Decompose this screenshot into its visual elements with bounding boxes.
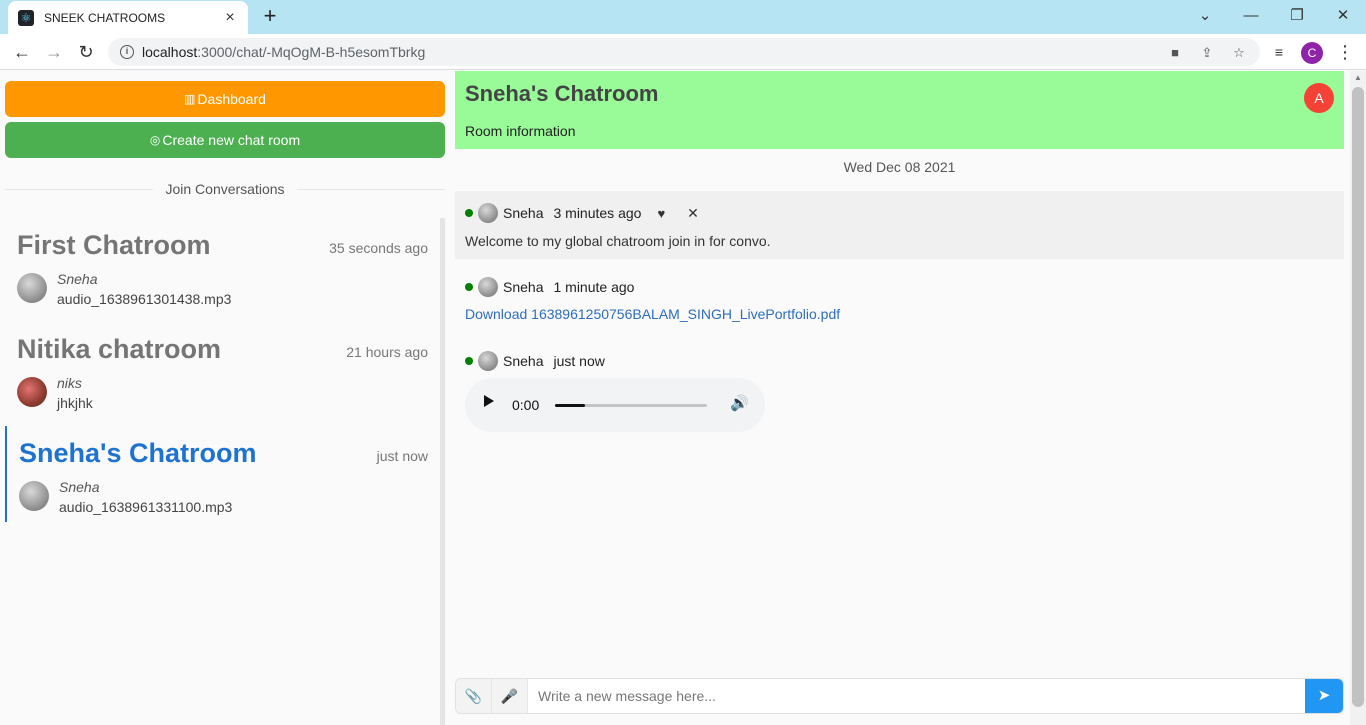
message: Sneha 3 minutes ago ♥ ✕ Welcome to my gl… bbox=[455, 191, 1344, 259]
audio-player: 0:00 🔊 bbox=[465, 378, 765, 432]
room-time: 21 hours ago bbox=[346, 344, 428, 360]
message: Sneha just now 0:00 🔊 bbox=[455, 341, 1344, 441]
room-last-message: audio_1638961331100.mp3 bbox=[59, 499, 233, 515]
message-author[interactable]: Sneha bbox=[503, 205, 543, 221]
url-host: localhost bbox=[142, 44, 198, 60]
create-room-icon: ◎ bbox=[149, 133, 161, 147]
audio-time: 0:00 bbox=[512, 397, 540, 413]
divider-line bbox=[296, 188, 445, 190]
browser-toolbar: ← → ↻ i localhost:3000/chat/-MqOgM-B-h5e… bbox=[0, 34, 1366, 70]
dashboard-button[interactable]: ▥ Dashboard bbox=[5, 81, 445, 117]
room-last-message: jhkjhk bbox=[57, 395, 93, 411]
avatar[interactable] bbox=[478, 277, 498, 297]
create-room-button[interactable]: ◎ Create new chat room bbox=[5, 122, 445, 158]
audio-seek-bar[interactable] bbox=[555, 404, 707, 407]
room-time: just now bbox=[376, 448, 428, 464]
dashboard-icon: ▥ bbox=[184, 92, 196, 106]
divider-line bbox=[5, 188, 154, 190]
volume-icon[interactable]: 🔊 bbox=[730, 394, 749, 412]
audio-seek-progress bbox=[555, 404, 586, 407]
message-header: Sneha 3 minutes ago ♥ ✕ bbox=[465, 203, 699, 223]
message-header: Sneha just now bbox=[465, 351, 621, 371]
avatar[interactable] bbox=[478, 203, 498, 223]
room-time: 35 seconds ago bbox=[329, 240, 428, 256]
room-item[interactable]: Nitika chatroom 21 hours ago niks jhkjhk bbox=[5, 322, 440, 418]
share-icon[interactable]: ⇪ bbox=[1198, 44, 1216, 62]
page-scrollbar-thumb[interactable] bbox=[1352, 87, 1364, 707]
room-title: First Chatroom bbox=[17, 230, 211, 260]
new-tab-icon[interactable]: + bbox=[258, 4, 282, 28]
heart-icon[interactable]: ♥ bbox=[657, 206, 665, 221]
message-time: just now bbox=[553, 353, 605, 369]
avatar bbox=[17, 273, 47, 303]
file-download-link[interactable]: Download 1638961250756BALAM_SINGH_LivePo… bbox=[465, 306, 840, 322]
url-path: :3000/chat/-MqOgM-B-h5esomTbrkg bbox=[197, 44, 426, 60]
attachment-icon[interactable]: 📎 bbox=[456, 679, 492, 713]
media-queue-icon[interactable]: ≡ bbox=[1267, 40, 1291, 64]
avatar[interactable] bbox=[478, 351, 498, 371]
profile-avatar[interactable]: C bbox=[1301, 42, 1323, 64]
camera-icon[interactable]: ■ bbox=[1166, 44, 1184, 62]
divider-label: Join Conversations bbox=[165, 181, 285, 197]
close-tab-icon[interactable]: × bbox=[222, 9, 238, 27]
play-icon[interactable] bbox=[484, 395, 494, 407]
browser-tab[interactable]: ⚛ SNEEK CHATROOMS × bbox=[8, 1, 248, 34]
address-bar[interactable]: i localhost:3000/chat/-MqOgM-B-h5esomTbr… bbox=[108, 38, 1260, 66]
message-time: 3 minutes ago bbox=[553, 205, 642, 221]
close-window-icon[interactable]: ✕ bbox=[1331, 4, 1355, 28]
room-last-message: audio_1638961301438.mp3 bbox=[57, 291, 232, 307]
avatar bbox=[19, 481, 49, 511]
microphone-icon[interactable]: 🎤 bbox=[492, 679, 528, 713]
message-composer: 📎 🎤 ➤ bbox=[455, 678, 1344, 714]
room-last-author: Sneha bbox=[59, 479, 100, 495]
online-status-icon bbox=[465, 357, 473, 365]
back-arrow-icon[interactable]: ← bbox=[10, 40, 34, 64]
online-status-icon bbox=[465, 209, 473, 217]
message-author[interactable]: Sneha bbox=[503, 353, 543, 369]
user-avatar[interactable]: A bbox=[1304, 83, 1334, 113]
message-input[interactable] bbox=[528, 679, 1305, 713]
room-last-author: Sneha bbox=[57, 271, 98, 287]
room-last-author: niks bbox=[57, 375, 82, 391]
room-title: Sneha's Chatroom bbox=[19, 438, 257, 468]
site-info-icon[interactable]: i bbox=[120, 45, 134, 59]
room-list: First Chatroom 35 seconds ago Sneha audi… bbox=[5, 218, 440, 725]
browser-tab-strip: ⚛ SNEEK CHATROOMS × + ⌄ — ❐ ✕ bbox=[0, 0, 1366, 34]
message-text: Welcome to my global chatroom join in fo… bbox=[465, 233, 771, 249]
react-favicon-icon: ⚛ bbox=[18, 9, 34, 26]
minimize-icon[interactable]: — bbox=[1239, 4, 1263, 28]
close-icon[interactable]: ✕ bbox=[687, 205, 699, 222]
message-time: 1 minute ago bbox=[553, 279, 635, 295]
message-author[interactable]: Sneha bbox=[503, 279, 543, 295]
create-room-label: Create new chat room bbox=[162, 132, 301, 148]
room-item-active[interactable]: Sneha's Chatroom just now Sneha audio_16… bbox=[5, 426, 440, 522]
bookmark-star-icon[interactable]: ☆ bbox=[1230, 44, 1248, 62]
chat-title: Sneha's Chatroom bbox=[465, 81, 659, 106]
reload-icon[interactable]: ↻ bbox=[74, 40, 98, 64]
room-title: Nitika chatroom bbox=[17, 334, 222, 364]
scroll-up-arrow-icon[interactable]: ▲ bbox=[1350, 73, 1366, 82]
room-list-scrollbar[interactable] bbox=[440, 218, 445, 725]
restore-icon[interactable]: ❐ bbox=[1285, 4, 1309, 28]
room-information-link[interactable]: Room information bbox=[465, 123, 576, 139]
page-scrollbar[interactable]: ▲ bbox=[1350, 71, 1366, 725]
join-divider: Join Conversations bbox=[5, 179, 445, 199]
chat-header: Sneha's Chatroom Room information A bbox=[455, 71, 1344, 149]
send-icon[interactable]: ➤ bbox=[1305, 679, 1343, 713]
forward-arrow-icon[interactable]: → bbox=[42, 40, 66, 64]
room-item[interactable]: First Chatroom 35 seconds ago Sneha audi… bbox=[5, 218, 440, 314]
date-separator: Wed Dec 08 2021 bbox=[843, 159, 956, 175]
sidebar: ▥ Dashboard ◎ Create new chat room Join … bbox=[0, 71, 455, 725]
tab-search-chevron-icon[interactable]: ⌄ bbox=[1193, 4, 1217, 28]
online-status-icon bbox=[465, 283, 473, 291]
avatar bbox=[17, 377, 47, 407]
chat-panel: Sneha's Chatroom Room information A Wed … bbox=[455, 71, 1344, 725]
message: Sneha 1 minute ago Download 163896125075… bbox=[455, 267, 1344, 327]
tab-title: SNEEK CHATROOMS bbox=[44, 10, 166, 25]
menu-kebab-icon[interactable]: ⋮ bbox=[1333, 40, 1357, 64]
dashboard-label: Dashboard bbox=[197, 91, 266, 107]
message-header: Sneha 1 minute ago bbox=[465, 277, 650, 297]
